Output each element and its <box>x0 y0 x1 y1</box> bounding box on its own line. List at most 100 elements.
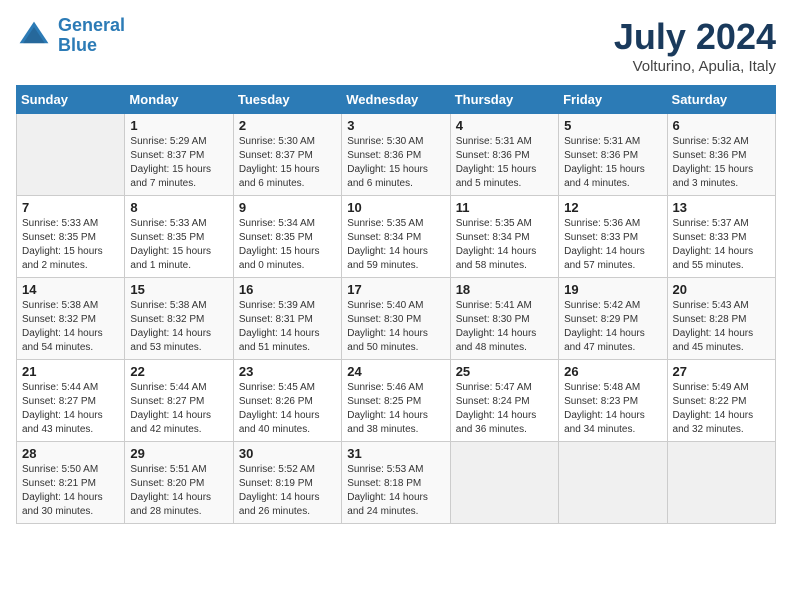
day-number: 11 <box>456 200 553 215</box>
cell-info: Sunrise: 5:52 AMSunset: 8:19 PMDaylight:… <box>239 463 336 519</box>
day-number: 24 <box>347 364 444 379</box>
cell-info: Sunrise: 5:31 AMSunset: 8:36 PMDaylight:… <box>456 135 553 191</box>
calendar-week-row: 7 Sunrise: 5:33 AMSunset: 8:35 PMDaylight… <box>17 196 776 278</box>
calendar-cell: 31 Sunrise: 5:53 AMSunset: 8:18 PMDayligh… <box>342 442 450 524</box>
day-number: 22 <box>130 364 227 379</box>
cell-info: Sunrise: 5:33 AMSunset: 8:35 PMDaylight:… <box>130 217 227 273</box>
calendar-cell: 5Sunrise: 5:31 AMSunset: 8:36 PMDaylight… <box>559 114 667 196</box>
logo-text: General Blue <box>58 16 125 56</box>
weekday-header-cell: Tuesday <box>233 86 341 114</box>
cell-info: Sunrise: 5:44 AMSunset: 8:27 PMDaylight:… <box>130 381 227 437</box>
day-number: 31 <box>347 446 444 461</box>
logo-icon <box>16 18 52 54</box>
day-number: 26 <box>564 364 661 379</box>
logo: General Blue <box>16 16 125 56</box>
calendar-cell: 9 Sunrise: 5:34 AMSunset: 8:35 PMDaylight… <box>233 196 341 278</box>
day-number: 6 <box>673 118 770 133</box>
calendar-week-row: 1 Sunrise: 5:29 AMSunset: 8:37 PMDaylight… <box>17 114 776 196</box>
day-number: 1 <box>130 118 227 133</box>
calendar-cell: 25Sunrise: 5:47 AMSunset: 8:24 PMDayligh… <box>450 360 558 442</box>
calendar-cell: 17 Sunrise: 5:40 AMSunset: 8:30 PMDayligh… <box>342 278 450 360</box>
cell-info: Sunrise: 5:41 AMSunset: 8:30 PMDaylight:… <box>456 299 553 355</box>
cell-info: Sunrise: 5:37 AMSunset: 8:33 PMDaylight:… <box>673 217 770 273</box>
cell-info: Sunrise: 5:30 AMSunset: 8:37 PMDaylight:… <box>239 135 336 191</box>
day-number: 20 <box>673 282 770 297</box>
weekday-header-cell: Sunday <box>17 86 125 114</box>
title-area: July 2024 Volturino, Apulia, Italy <box>614 16 776 75</box>
day-number: 3 <box>347 118 444 133</box>
calendar-cell: 19 Sunrise: 5:42 AMSunset: 8:29 PMDayligh… <box>559 278 667 360</box>
day-number: 8 <box>130 200 227 215</box>
cell-info: Sunrise: 5:39 AMSunset: 8:31 PMDaylight:… <box>239 299 336 355</box>
cell-info: Sunrise: 5:46 AMSunset: 8:25 PMDaylight:… <box>347 381 444 437</box>
calendar-cell: 26 Sunrise: 5:48 AMSunset: 8:23 PMDayligh… <box>559 360 667 442</box>
calendar-cell: 13 Sunrise: 5:37 AMSunset: 8:33 PMDayligh… <box>667 196 775 278</box>
calendar-cell <box>559 442 667 524</box>
cell-info: Sunrise: 5:45 AMSunset: 8:26 PMDaylight:… <box>239 381 336 437</box>
cell-info: Sunrise: 5:48 AMSunset: 8:23 PMDaylight:… <box>564 381 661 437</box>
cell-info: Sunrise: 5:29 AMSunset: 8:37 PMDaylight:… <box>130 135 227 191</box>
day-number: 29 <box>130 446 227 461</box>
calendar-cell: 23 Sunrise: 5:45 AMSunset: 8:26 PMDayligh… <box>233 360 341 442</box>
day-number: 17 <box>347 282 444 297</box>
calendar-cell: 11Sunrise: 5:35 AMSunset: 8:34 PMDayligh… <box>450 196 558 278</box>
day-number: 15 <box>130 282 227 297</box>
calendar-cell: 28 Sunrise: 5:50 AMSunset: 8:21 PMDayligh… <box>17 442 125 524</box>
cell-info: Sunrise: 5:31 AMSunset: 8:36 PMDaylight:… <box>564 135 661 191</box>
cell-info: Sunrise: 5:38 AMSunset: 8:32 PMDaylight:… <box>130 299 227 355</box>
location-subtitle: Volturino, Apulia, Italy <box>614 58 776 75</box>
cell-info: Sunrise: 5:32 AMSunset: 8:36 PMDaylight:… <box>673 135 770 191</box>
weekday-header-cell: Monday <box>125 86 233 114</box>
weekday-header-cell: Thursday <box>450 86 558 114</box>
calendar-cell: 15 Sunrise: 5:38 AMSunset: 8:32 PMDayligh… <box>125 278 233 360</box>
cell-info: Sunrise: 5:35 AMSunset: 8:34 PMDaylight:… <box>347 217 444 273</box>
cell-info: Sunrise: 5:33 AMSunset: 8:35 PMDaylight:… <box>22 217 119 273</box>
cell-info: Sunrise: 5:34 AMSunset: 8:35 PMDaylight:… <box>239 217 336 273</box>
day-number: 25 <box>456 364 553 379</box>
calendar-cell: 27 Sunrise: 5:49 AMSunset: 8:22 PMDayligh… <box>667 360 775 442</box>
calendar-cell <box>667 442 775 524</box>
cell-info: Sunrise: 5:36 AMSunset: 8:33 PMDaylight:… <box>564 217 661 273</box>
day-number: 2 <box>239 118 336 133</box>
weekday-header-cell: Friday <box>559 86 667 114</box>
calendar-cell: 21Sunrise: 5:44 AMSunset: 8:27 PMDayligh… <box>17 360 125 442</box>
calendar-cell: 4 Sunrise: 5:31 AMSunset: 8:36 PMDaylight… <box>450 114 558 196</box>
day-number: 23 <box>239 364 336 379</box>
day-number: 9 <box>239 200 336 215</box>
month-title: July 2024 <box>614 16 776 58</box>
cell-info: Sunrise: 5:43 AMSunset: 8:28 PMDaylight:… <box>673 299 770 355</box>
day-number: 27 <box>673 364 770 379</box>
day-number: 30 <box>239 446 336 461</box>
cell-info: Sunrise: 5:49 AMSunset: 8:22 PMDaylight:… <box>673 381 770 437</box>
calendar-cell <box>17 114 125 196</box>
day-number: 4 <box>456 118 553 133</box>
calendar-cell: 30 Sunrise: 5:52 AMSunset: 8:19 PMDayligh… <box>233 442 341 524</box>
calendar-cell: 6 Sunrise: 5:32 AMSunset: 8:36 PMDaylight… <box>667 114 775 196</box>
cell-info: Sunrise: 5:44 AMSunset: 8:27 PMDaylight:… <box>22 381 119 437</box>
calendar-week-row: 21Sunrise: 5:44 AMSunset: 8:27 PMDayligh… <box>17 360 776 442</box>
day-number: 14 <box>22 282 119 297</box>
weekday-header-row: SundayMondayTuesdayWednesdayThursdayFrid… <box>17 86 776 114</box>
day-number: 28 <box>22 446 119 461</box>
cell-info: Sunrise: 5:51 AMSunset: 8:20 PMDaylight:… <box>130 463 227 519</box>
header: General Blue July 2024 Volturino, Apulia… <box>16 16 776 75</box>
calendar-week-row: 14 Sunrise: 5:38 AMSunset: 8:32 PMDayligh… <box>17 278 776 360</box>
calendar-table: SundayMondayTuesdayWednesdayThursdayFrid… <box>16 85 776 524</box>
day-number: 7 <box>22 200 119 215</box>
calendar-cell: 16Sunrise: 5:39 AMSunset: 8:31 PMDayligh… <box>233 278 341 360</box>
calendar-week-row: 28 Sunrise: 5:50 AMSunset: 8:21 PMDayligh… <box>17 442 776 524</box>
day-number: 18 <box>456 282 553 297</box>
calendar-cell: 29 Sunrise: 5:51 AMSunset: 8:20 PMDayligh… <box>125 442 233 524</box>
calendar-body: 1 Sunrise: 5:29 AMSunset: 8:37 PMDaylight… <box>17 114 776 524</box>
weekday-header-cell: Wednesday <box>342 86 450 114</box>
cell-info: Sunrise: 5:40 AMSunset: 8:30 PMDaylight:… <box>347 299 444 355</box>
cell-info: Sunrise: 5:50 AMSunset: 8:21 PMDaylight:… <box>22 463 119 519</box>
cell-info: Sunrise: 5:42 AMSunset: 8:29 PMDaylight:… <box>564 299 661 355</box>
weekday-header-cell: Saturday <box>667 86 775 114</box>
cell-info: Sunrise: 5:38 AMSunset: 8:32 PMDaylight:… <box>22 299 119 355</box>
day-number: 13 <box>673 200 770 215</box>
cell-info: Sunrise: 5:30 AMSunset: 8:36 PMDaylight:… <box>347 135 444 191</box>
day-number: 19 <box>564 282 661 297</box>
cell-info: Sunrise: 5:53 AMSunset: 8:18 PMDaylight:… <box>347 463 444 519</box>
calendar-cell: 1 Sunrise: 5:29 AMSunset: 8:37 PMDaylight… <box>125 114 233 196</box>
